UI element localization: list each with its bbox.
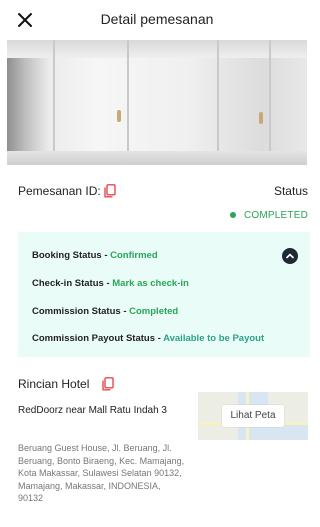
payout-status-label: Commission Payout Status [32,333,155,344]
hotel-section-label: Rincian Hotel [18,377,90,391]
payout-status-value: Available to be Payout [163,333,265,344]
collapse-button[interactable] [282,248,298,264]
commission-status-row: Commission Status - Completed [32,306,178,317]
checkin-status-label: Check-in Status [32,278,104,289]
view-map-button[interactable]: Lihat Peta [222,405,284,427]
hotel-name: RedDoorz near Mall Ratu Indah 3 [18,405,167,416]
map-thumbnail[interactable]: Lihat Peta [198,392,308,440]
hotel-section-title: Rincian Hotel [18,377,89,391]
status-dot [229,212,236,218]
copy-icon[interactable] [104,184,116,198]
commission-status-value: Completed [129,306,179,317]
status-badge: COMPLETED [229,207,308,223]
mark-checkin-link[interactable]: Mark as check-in [112,278,189,289]
app-header: Detail pemesanan [0,0,314,40]
copy-icon[interactable] [102,377,114,391]
separator: - [157,333,161,344]
status-label: Status [273,184,308,198]
checkin-status-row: Check-in Status - Mark as check-in [32,278,189,289]
booking-status-value: Confirmed [110,250,158,261]
payout-status-row: Commission Payout Status - Available to … [32,333,264,344]
booking-status-label: Booking Status [32,250,102,261]
separator: - [123,306,127,317]
status-card: Booking Status - Confirmed Check-in Stat… [18,232,310,357]
booking-id-row: Pemesanan ID: Status [18,183,308,203]
status-value: COMPLETED [243,209,308,221]
separator: - [104,250,108,261]
separator: - [106,278,110,289]
booking-status-row: Booking Status - Confirmed [32,250,158,261]
booking-id-label: Pemesanan ID: [18,184,101,198]
chevron-up-icon [282,248,298,264]
commission-status-label: Commission Status [32,306,121,317]
page-title: Detail pemesanan [100,11,214,27]
hotel-address: Beruang Guest House, Jl. Beruang, Jl. Be… [18,443,185,503]
hotel-photo [7,40,307,165]
